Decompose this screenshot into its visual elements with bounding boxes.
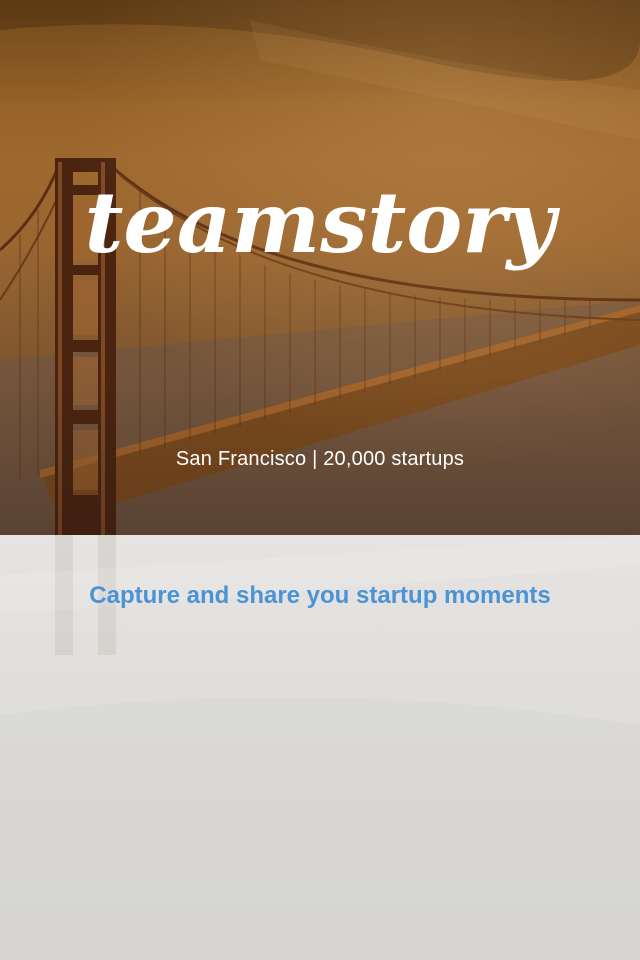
app-headline: Capture and share you startup moments <box>89 582 551 609</box>
content-panel: Capture and share you startup moments <box>0 535 640 960</box>
teamstory-logo: teamstory <box>85 173 561 272</box>
hero-banner: teamstory San Francisco | 20,000 startup… <box>0 0 640 535</box>
svg-text:teamstory: teamstory <box>85 173 561 272</box>
location-caption: San Francisco | 20,000 startups <box>175 448 465 470</box>
splash-screen: teamstory San Francisco | 20,000 startup… <box>0 0 640 960</box>
